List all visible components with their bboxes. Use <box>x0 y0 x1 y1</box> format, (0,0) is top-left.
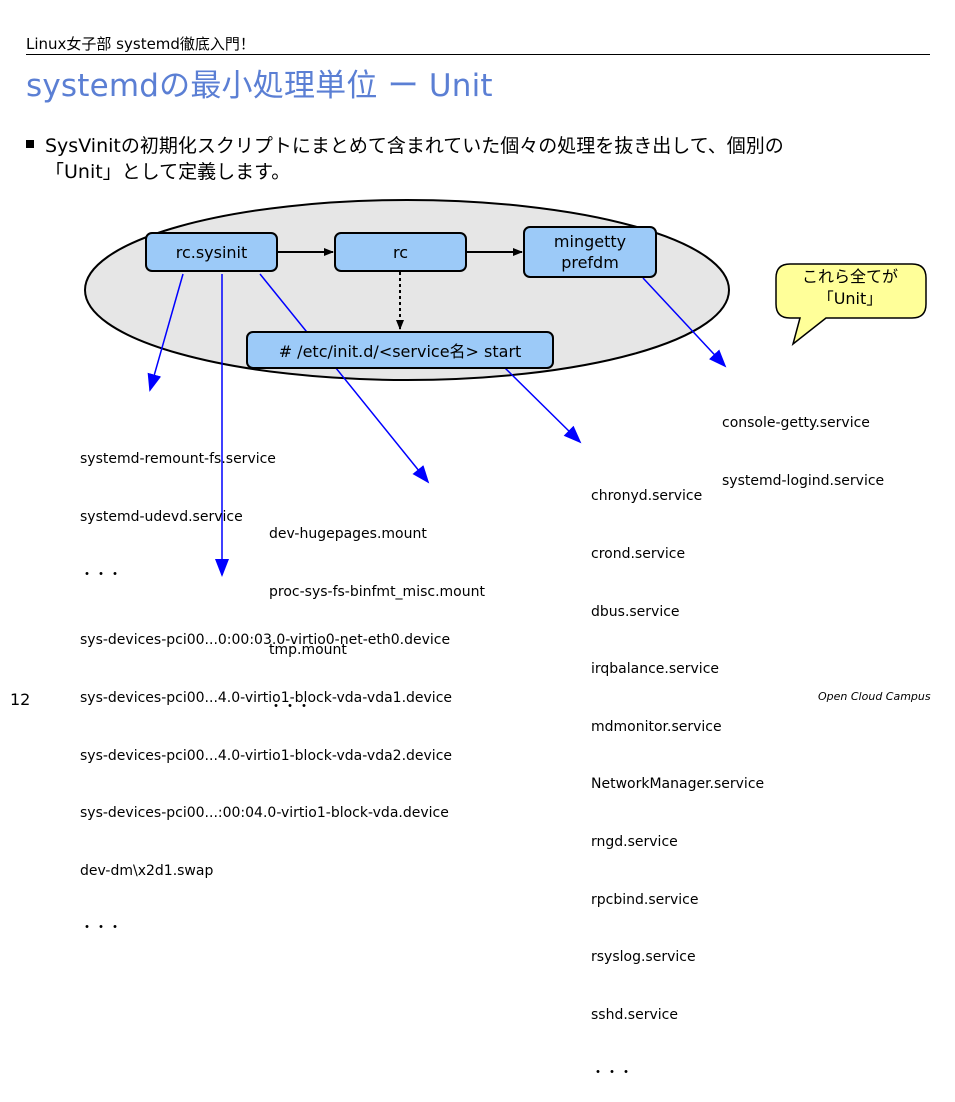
list-item: ・・・ <box>591 1064 633 1081</box>
list-item: rpcbind.service <box>591 891 699 908</box>
list-item: systemd-udevd.service <box>80 509 243 526</box>
device-unit-list: sys-devices-pci00...0:00:03.0-virtio0-ne… <box>80 593 452 958</box>
list-item: dev-hugepages.mount <box>269 526 427 543</box>
node-mingetty-label: mingetty <box>553 232 627 251</box>
list-item: chronyd.service <box>591 488 703 505</box>
list-item: systemd-remount-fs.service <box>80 451 276 468</box>
list-item: sys-devices-pci00...0:00:03.0-virtio0-ne… <box>80 632 451 649</box>
node-initd-label: # /etc/init.d/<service名> start <box>278 342 522 361</box>
footer-brand: Open Cloud Campus <box>818 690 931 703</box>
list-item: ・・・ <box>80 920 122 937</box>
list-item: NetworkManager.service <box>591 776 765 793</box>
list-item: sshd.service <box>591 1006 678 1023</box>
list-item: sys-devices-pci00...4.0-virtio1-block-vd… <box>80 690 453 707</box>
node-initd-start: # /etc/init.d/<service名> start <box>246 331 554 369</box>
blue-arrow-services <box>504 367 582 444</box>
list-item: dev-dm\x2d1.swap <box>80 862 214 879</box>
callout-line-1: これら全てが <box>801 267 898 286</box>
list-item: rsyslog.service <box>591 949 696 966</box>
list-item: mdmonitor.service <box>591 718 722 735</box>
list-item: console-getty.service <box>722 415 870 432</box>
list-item: dbus.service <box>591 603 680 620</box>
remount-unit-list: systemd-remount-fs.service systemd-udevd… <box>80 412 276 604</box>
node-rc: rc <box>334 232 467 272</box>
page-number: 12 <box>10 690 31 709</box>
list-item: irqbalance.service <box>591 661 720 678</box>
list-item: ・・・ <box>80 566 122 583</box>
node-prefdm-label: prefdm <box>561 253 619 272</box>
list-item: rngd.service <box>591 834 678 851</box>
node-rc-sysinit-label: rc.sysinit <box>175 242 248 262</box>
list-item: sys-devices-pci00...:00:04.0-virtio1-blo… <box>80 805 449 822</box>
callout-line-2: 「Unit」 <box>817 289 883 308</box>
node-rc-sysinit: rc.sysinit <box>145 232 278 272</box>
list-item: crond.service <box>591 546 686 563</box>
node-rc-label: rc <box>392 242 409 262</box>
node-mingetty-prefdm: mingetty prefdm <box>523 226 657 278</box>
list-item: sys-devices-pci00...4.0-virtio1-block-vd… <box>80 747 453 764</box>
callout-text: これら全てが 「Unit」 <box>776 266 924 310</box>
service-unit-list: chronyd.service crond.service dbus.servi… <box>591 449 764 1102</box>
